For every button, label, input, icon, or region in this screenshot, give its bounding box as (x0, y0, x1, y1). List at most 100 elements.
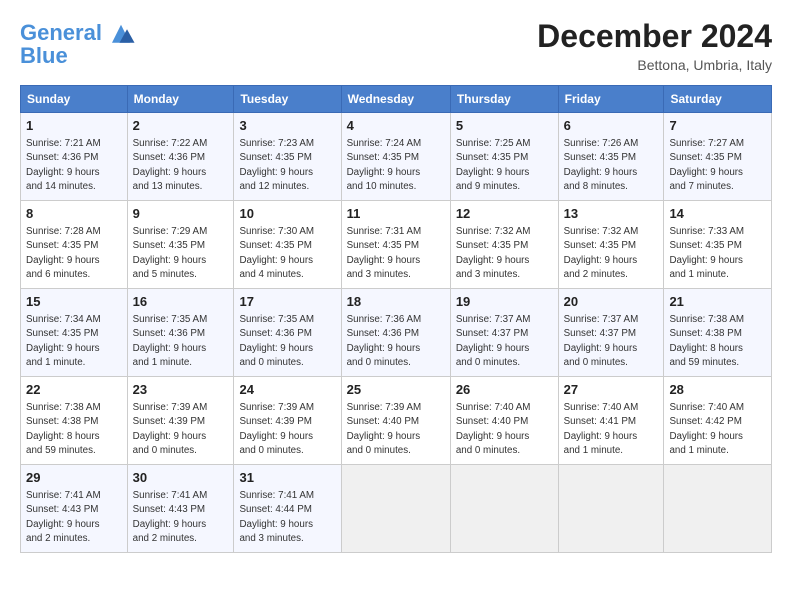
calendar-cell: 8 Sunrise: 7:28 AM Sunset: 4:35 PM Daylig… (21, 201, 128, 289)
day-info: Sunrise: 7:40 AM Sunset: 4:40 PM Dayligh… (456, 401, 553, 458)
calendar-table: SundayMondayTuesdayWednesdayThursdayFrid… (20, 85, 772, 553)
day-number: 15 (26, 293, 122, 311)
day-info: Sunrise: 7:40 AM Sunset: 4:41 PM Dayligh… (564, 401, 659, 458)
day-info: Sunrise: 7:39 AM Sunset: 4:39 PM Dayligh… (133, 401, 229, 458)
header: General Blue December 2024 Bettona, Umbr… (20, 18, 772, 73)
calendar-cell: 7 Sunrise: 7:27 AM Sunset: 4:35 PM Daylig… (664, 113, 772, 201)
calendar-cell: 12Sunrise: 7:32 AM Sunset: 4:35 PM Dayli… (450, 201, 558, 289)
calendar-cell: 17Sunrise: 7:35 AM Sunset: 4:36 PM Dayli… (234, 289, 341, 377)
day-info: Sunrise: 7:32 AM Sunset: 4:35 PM Dayligh… (564, 225, 659, 282)
day-number: 23 (133, 381, 229, 399)
calendar-week-row: 29 Sunrise: 7:41 AM Sunset: 4:43 PM Dayli… (21, 465, 772, 553)
logo-text: General (20, 21, 102, 45)
calendar-cell: 1Sunrise: 7:21 AM Sunset: 4:36 PM Daylig… (21, 113, 128, 201)
day-info: Sunrise: 7:37 AM Sunset: 4:37 PM Dayligh… (456, 313, 553, 370)
day-number: 8 (26, 205, 122, 223)
day-info: Sunrise: 7:35 AM Sunset: 4:36 PM Dayligh… (239, 313, 335, 370)
calendar-cell: 18 Sunrise: 7:36 AM Sunset: 4:36 PM Dayli… (341, 289, 450, 377)
weekday-header-tuesday: Tuesday (234, 86, 341, 113)
title-block: December 2024 Bettona, Umbria, Italy (537, 18, 772, 73)
day-number: 13 (564, 205, 659, 223)
calendar-cell: 13 Sunrise: 7:32 AM Sunset: 4:35 PM Dayli… (558, 201, 664, 289)
day-info: Sunrise: 7:41 AM Sunset: 4:43 PM Dayligh… (133, 489, 229, 546)
logo-icon (106, 18, 136, 48)
day-number: 7 (669, 117, 766, 135)
calendar-cell (558, 465, 664, 553)
day-number: 4 (347, 117, 445, 135)
calendar-cell: 26 Sunrise: 7:40 AM Sunset: 4:40 PM Dayli… (450, 377, 558, 465)
calendar-cell: 10 Sunrise: 7:30 AM Sunset: 4:35 PM Dayli… (234, 201, 341, 289)
logo-text2: Blue (20, 44, 68, 68)
day-info: Sunrise: 7:23 AM Sunset: 4:35 PM Dayligh… (239, 137, 335, 194)
day-number: 6 (564, 117, 659, 135)
day-info: Sunrise: 7:22 AM Sunset: 4:36 PM Dayligh… (133, 137, 229, 194)
day-number: 24 (239, 381, 335, 399)
weekday-header-sunday: Sunday (21, 86, 128, 113)
weekday-header-thursday: Thursday (450, 86, 558, 113)
day-number: 5 (456, 117, 553, 135)
day-info: Sunrise: 7:38 AM Sunset: 4:38 PM Dayligh… (669, 313, 766, 370)
day-number: 10 (239, 205, 335, 223)
day-info: Sunrise: 7:36 AM Sunset: 4:36 PM Dayligh… (347, 313, 445, 370)
day-number: 2 (133, 117, 229, 135)
day-info: Sunrise: 7:39 AM Sunset: 4:40 PM Dayligh… (347, 401, 445, 458)
day-info: Sunrise: 7:30 AM Sunset: 4:35 PM Dayligh… (239, 225, 335, 282)
calendar-cell: 9 Sunrise: 7:29 AM Sunset: 4:35 PM Daylig… (127, 201, 234, 289)
logo: General Blue (20, 18, 136, 68)
day-info: Sunrise: 7:27 AM Sunset: 4:35 PM Dayligh… (669, 137, 766, 194)
calendar-cell: 31Sunrise: 7:41 AM Sunset: 4:44 PM Dayli… (234, 465, 341, 553)
day-number: 26 (456, 381, 553, 399)
calendar-cell: 14Sunrise: 7:33 AM Sunset: 4:35 PM Dayli… (664, 201, 772, 289)
day-info: Sunrise: 7:41 AM Sunset: 4:43 PM Dayligh… (26, 489, 122, 546)
day-number: 22 (26, 381, 122, 399)
day-info: Sunrise: 7:37 AM Sunset: 4:37 PM Dayligh… (564, 313, 659, 370)
calendar-cell: 3Sunrise: 7:23 AM Sunset: 4:35 PM Daylig… (234, 113, 341, 201)
calendar-cell: 30Sunrise: 7:41 AM Sunset: 4:43 PM Dayli… (127, 465, 234, 553)
calendar-cell: 6Sunrise: 7:26 AM Sunset: 4:35 PM Daylig… (558, 113, 664, 201)
calendar-cell: 19 Sunrise: 7:37 AM Sunset: 4:37 PM Dayli… (450, 289, 558, 377)
calendar-cell: 25 Sunrise: 7:39 AM Sunset: 4:40 PM Dayli… (341, 377, 450, 465)
day-info: Sunrise: 7:41 AM Sunset: 4:44 PM Dayligh… (239, 489, 335, 546)
calendar-cell: 27 Sunrise: 7:40 AM Sunset: 4:41 PM Dayli… (558, 377, 664, 465)
day-number: 21 (669, 293, 766, 311)
calendar-cell: 22 Sunrise: 7:38 AM Sunset: 4:38 PM Dayli… (21, 377, 128, 465)
calendar-cell (341, 465, 450, 553)
day-number: 28 (669, 381, 766, 399)
calendar-week-row: 22 Sunrise: 7:38 AM Sunset: 4:38 PM Dayli… (21, 377, 772, 465)
calendar-cell (450, 465, 558, 553)
day-number: 9 (133, 205, 229, 223)
day-info: Sunrise: 7:34 AM Sunset: 4:35 PM Dayligh… (26, 313, 122, 370)
day-number: 27 (564, 381, 659, 399)
day-info: Sunrise: 7:24 AM Sunset: 4:35 PM Dayligh… (347, 137, 445, 194)
calendar-cell: 11 Sunrise: 7:31 AM Sunset: 4:35 PM Dayli… (341, 201, 450, 289)
calendar-cell: 23 Sunrise: 7:39 AM Sunset: 4:39 PM Dayli… (127, 377, 234, 465)
weekday-header-wednesday: Wednesday (341, 86, 450, 113)
day-info: Sunrise: 7:28 AM Sunset: 4:35 PM Dayligh… (26, 225, 122, 282)
day-number: 1 (26, 117, 122, 135)
day-number: 20 (564, 293, 659, 311)
calendar-week-row: 1Sunrise: 7:21 AM Sunset: 4:36 PM Daylig… (21, 113, 772, 201)
day-info: Sunrise: 7:35 AM Sunset: 4:36 PM Dayligh… (133, 313, 229, 370)
weekday-header-friday: Friday (558, 86, 664, 113)
calendar-cell: 2 Sunrise: 7:22 AM Sunset: 4:36 PM Daylig… (127, 113, 234, 201)
calendar-cell: 20 Sunrise: 7:37 AM Sunset: 4:37 PM Dayli… (558, 289, 664, 377)
calendar-cell: 16Sunrise: 7:35 AM Sunset: 4:36 PM Dayli… (127, 289, 234, 377)
day-number: 18 (347, 293, 445, 311)
calendar-cell: 29 Sunrise: 7:41 AM Sunset: 4:43 PM Dayli… (21, 465, 128, 553)
day-number: 25 (347, 381, 445, 399)
weekday-header-monday: Monday (127, 86, 234, 113)
day-number: 11 (347, 205, 445, 223)
calendar-week-row: 15 Sunrise: 7:34 AM Sunset: 4:35 PM Dayli… (21, 289, 772, 377)
day-info: Sunrise: 7:29 AM Sunset: 4:35 PM Dayligh… (133, 225, 229, 282)
day-number: 29 (26, 469, 122, 487)
calendar-cell: 21 Sunrise: 7:38 AM Sunset: 4:38 PM Dayli… (664, 289, 772, 377)
day-info: Sunrise: 7:38 AM Sunset: 4:38 PM Dayligh… (26, 401, 122, 458)
calendar-cell (664, 465, 772, 553)
location-subtitle: Bettona, Umbria, Italy (537, 57, 772, 73)
day-info: Sunrise: 7:39 AM Sunset: 4:39 PM Dayligh… (239, 401, 335, 458)
day-number: 14 (669, 205, 766, 223)
day-info: Sunrise: 7:40 AM Sunset: 4:42 PM Dayligh… (669, 401, 766, 458)
day-info: Sunrise: 7:31 AM Sunset: 4:35 PM Dayligh… (347, 225, 445, 282)
calendar-cell: 28 Sunrise: 7:40 AM Sunset: 4:42 PM Dayli… (664, 377, 772, 465)
day-number: 19 (456, 293, 553, 311)
